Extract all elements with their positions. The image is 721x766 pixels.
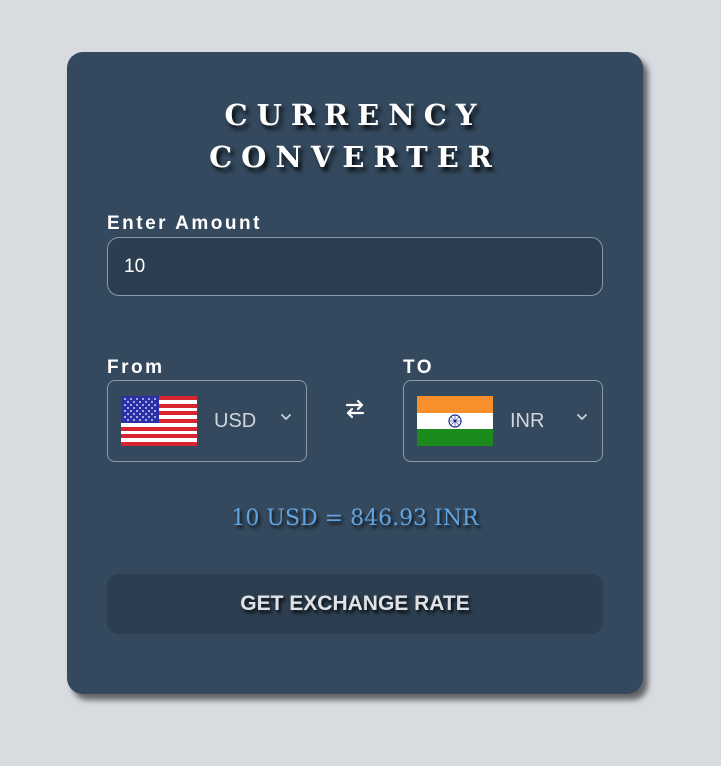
to-label: TO	[403, 357, 435, 378]
us-flag-icon	[121, 396, 197, 446]
chevron-down-icon	[577, 414, 587, 420]
india-flag-icon	[417, 396, 493, 446]
amount-input[interactable]	[107, 237, 603, 296]
get-exchange-rate-button[interactable]: GET EXCHANGE RATE	[107, 574, 603, 634]
converter-card: CURRENCY CONVERTER Enter Amount From	[67, 52, 643, 694]
app-title-line-1: CURRENCY	[224, 98, 486, 132]
app-title: CURRENCY CONVERTER	[67, 94, 643, 178]
from-label: From	[107, 357, 165, 378]
to-currency-select[interactable]: INR	[403, 380, 603, 462]
from-currency-value: USD	[214, 410, 257, 432]
app-title-line-2: CONVERTER	[209, 140, 501, 174]
chevron-down-icon	[281, 414, 291, 420]
conversion-result: 10 USD = 846.93 INR	[231, 506, 479, 531]
swap-arrows-icon[interactable]	[344, 398, 366, 420]
amount-label: Enter Amount	[107, 213, 262, 234]
to-currency-value: INR	[510, 410, 545, 432]
from-currency-select[interactable]: USD	[107, 380, 307, 462]
